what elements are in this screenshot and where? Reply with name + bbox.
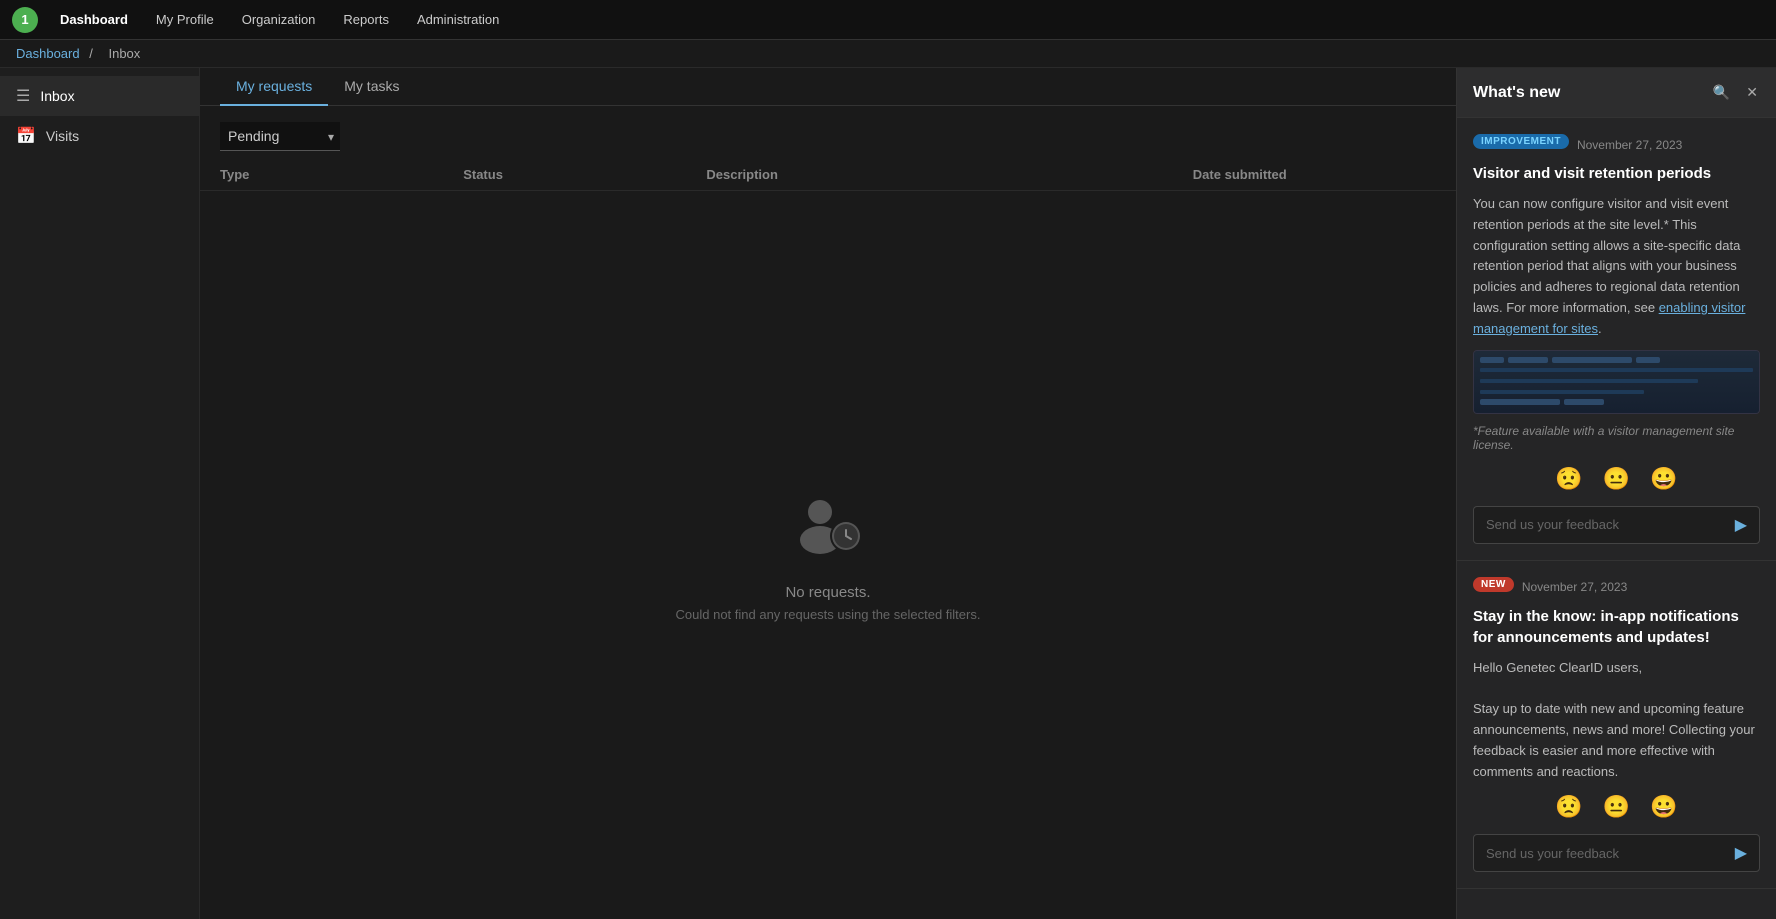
- breadcrumb: Dashboard / Inbox: [0, 40, 1776, 68]
- news-date-2: November 27, 2023: [1522, 580, 1627, 594]
- list-icon: ☰: [16, 86, 30, 106]
- news-card-title-2: Stay in the know: in-app notifications f…: [1473, 606, 1760, 648]
- news-footnote-1: *Feature available with a visitor manage…: [1473, 424, 1760, 452]
- screenshot-row-1: [1480, 357, 1753, 363]
- reaction-neutral-1[interactable]: 😐: [1599, 464, 1634, 494]
- reaction-sad-2[interactable]: 😟: [1551, 792, 1586, 822]
- news-card-body-1: You can now configure visitor and visit …: [1473, 194, 1760, 340]
- empty-subtitle: Could not find any requests using the se…: [676, 607, 981, 622]
- tab-my-tasks[interactable]: My tasks: [328, 68, 415, 106]
- nav-item-dashboard[interactable]: Dashboard: [46, 0, 142, 40]
- news-card-title-1: Visitor and visit retention periods: [1473, 163, 1760, 184]
- s-line-1: [1480, 368, 1753, 372]
- breadcrumb-separator: /: [89, 46, 93, 61]
- screenshot-inner-1: [1474, 351, 1759, 413]
- whats-new-panel: What's new 🔍 ✕ IMPROVEMENT November 27, …: [1456, 68, 1776, 919]
- nav-logo: 1: [12, 7, 38, 33]
- feedback-input-1[interactable]: [1474, 509, 1723, 540]
- news-screenshot-1: [1473, 350, 1760, 414]
- nav-item-organization[interactable]: Organization: [228, 0, 330, 40]
- col-type: Type: [220, 167, 463, 182]
- col-description: Description: [706, 167, 1192, 182]
- whats-new-header-icons: 🔍 ✕: [1711, 82, 1760, 103]
- whats-new-header: What's new 🔍 ✕: [1457, 68, 1776, 118]
- feedback-send-btn-2[interactable]: ▶: [1723, 835, 1759, 871]
- close-button[interactable]: ✕: [1744, 82, 1760, 103]
- status-filter-dropdown[interactable]: Pending Approved Rejected All: [220, 122, 340, 151]
- search-button[interactable]: 🔍: [1711, 82, 1732, 103]
- no-requests-icon: [788, 488, 868, 568]
- empty-title: No requests.: [785, 584, 870, 601]
- table-header: Type Status Description Date submitted: [200, 159, 1456, 191]
- reaction-sad-1[interactable]: 😟: [1551, 464, 1586, 494]
- sidebar-label-inbox: Inbox: [40, 88, 74, 104]
- breadcrumb-current: Inbox: [108, 46, 140, 61]
- news-card-new: NEW November 27, 2023 Stay in the know: …: [1457, 561, 1776, 890]
- badge-row-1: IMPROVEMENT November 27, 2023: [1473, 134, 1760, 155]
- calendar-icon: 📅: [16, 126, 36, 146]
- s-line-3: [1480, 390, 1644, 394]
- reaction-neutral-2[interactable]: 😐: [1599, 792, 1634, 822]
- enabling-visitor-link[interactable]: enabling visitor management for sites: [1473, 300, 1745, 336]
- sidebar-item-visits[interactable]: 📅 Visits: [0, 116, 199, 156]
- top-nav: 1 Dashboard My Profile Organization Repo…: [0, 0, 1776, 40]
- feedback-send-btn-1[interactable]: ▶: [1723, 507, 1759, 543]
- s-dot-5: [1480, 399, 1560, 405]
- col-status: Status: [463, 167, 706, 182]
- s-dot-3: [1552, 357, 1632, 363]
- s-dot-2: [1508, 357, 1548, 363]
- tab-my-requests[interactable]: My requests: [220, 68, 328, 106]
- badge-improvement: IMPROVEMENT: [1473, 134, 1569, 149]
- nav-item-administration[interactable]: Administration: [403, 0, 513, 40]
- whats-new-title: What's new: [1473, 84, 1560, 102]
- reaction-happy-2[interactable]: 😀: [1646, 792, 1681, 822]
- news-card-improvement: IMPROVEMENT November 27, 2023 Visitor an…: [1457, 118, 1776, 561]
- nav-item-myprofile[interactable]: My Profile: [142, 0, 228, 40]
- reaction-row-1: 😟 😐 😀: [1473, 464, 1760, 494]
- screenshot-row-2: [1480, 399, 1753, 405]
- feedback-input-2[interactable]: [1474, 838, 1723, 869]
- reaction-happy-1[interactable]: 😀: [1646, 464, 1681, 494]
- feedback-input-row-1: ▶: [1473, 506, 1760, 544]
- feedback-input-row-2: ▶: [1473, 834, 1760, 872]
- col-date-submitted: Date submitted: [1193, 167, 1436, 182]
- content-area: My requests My tasks Pending Approved Re…: [200, 68, 1456, 919]
- sidebar-item-inbox[interactable]: ☰ Inbox: [0, 76, 199, 116]
- main-layout: ☰ Inbox 📅 Visits My requests My tasks Pe…: [0, 68, 1776, 919]
- empty-state: No requests. Could not find any requests…: [200, 191, 1456, 919]
- badge-new: NEW: [1473, 577, 1514, 592]
- reaction-row-2: 😟 😐 😀: [1473, 792, 1760, 822]
- s-dot-4: [1636, 357, 1660, 363]
- badge-row-2: NEW November 27, 2023: [1473, 577, 1760, 598]
- sidebar: ☰ Inbox 📅 Visits: [0, 68, 200, 919]
- s-dot-6: [1564, 399, 1604, 405]
- s-dot-1: [1480, 357, 1504, 363]
- filter-dropdown-wrapper: Pending Approved Rejected All ▾: [220, 122, 340, 151]
- news-date-1: November 27, 2023: [1577, 138, 1682, 152]
- tabs-row: My requests My tasks: [200, 68, 1456, 106]
- sidebar-label-visits: Visits: [46, 128, 79, 144]
- news-card-body-2: Hello Genetec ClearID users, Stay up to …: [1473, 658, 1760, 783]
- nav-item-reports[interactable]: Reports: [329, 0, 403, 40]
- breadcrumb-parent[interactable]: Dashboard: [16, 46, 80, 61]
- filter-row: Pending Approved Rejected All ▾: [200, 106, 1456, 159]
- whats-new-body[interactable]: IMPROVEMENT November 27, 2023 Visitor an…: [1457, 118, 1776, 919]
- s-line-2: [1480, 379, 1698, 383]
